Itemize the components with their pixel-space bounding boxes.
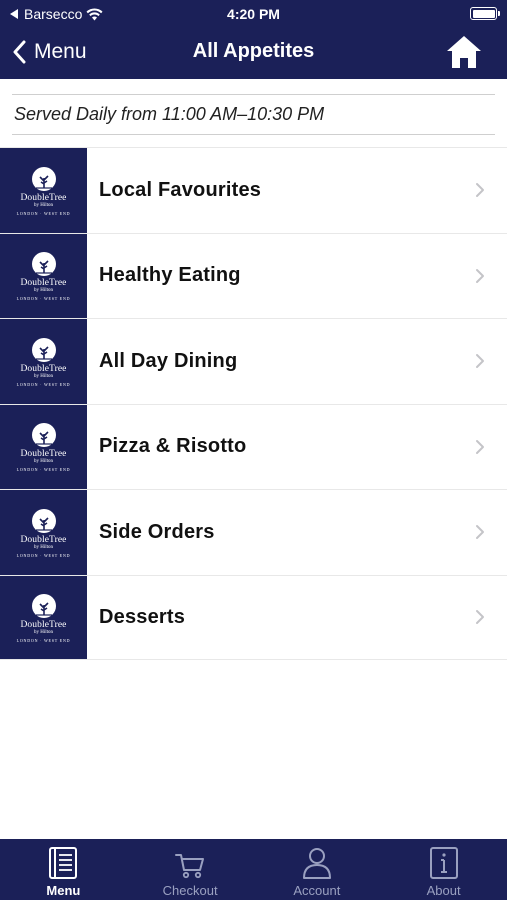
tree-icon	[31, 423, 56, 448]
doubletree-logo: DoubleTree by Hilton LONDON · WEST END	[0, 575, 87, 659]
tree-icon	[31, 337, 56, 362]
status-time: 4:20 PM	[227, 6, 280, 22]
chevron-right-icon	[476, 183, 484, 198]
chevron-right-icon	[476, 610, 484, 625]
header: Barsecco 4:20 PM Menu All Appetites	[0, 0, 507, 79]
chevron-right-icon	[476, 268, 484, 283]
doubletree-logo: DoubleTree by Hilton LONDON · WEST END	[0, 148, 87, 233]
tab-account[interactable]: Account	[254, 839, 381, 900]
served-hours-text: Served Daily from 11:00 AM–10:30 PM	[14, 104, 325, 124]
menu-category-side-orders[interactable]: DoubleTree by Hilton LONDON · WEST END S…	[0, 489, 507, 575]
menu-category-desserts[interactable]: DoubleTree by Hilton LONDON · WEST END D…	[0, 574, 507, 660]
chevron-right-icon	[476, 354, 484, 369]
tab-label: Account	[293, 883, 341, 898]
menu-book-icon	[49, 847, 78, 879]
menu-category-healthy-eating[interactable]: DoubleTree by Hilton LONDON · WEST END H…	[0, 232, 507, 318]
doubletree-logo: DoubleTree by Hilton LONDON · WEST END	[0, 404, 87, 489]
info-icon	[429, 847, 458, 879]
status-bar: Barsecco 4:20 PM	[0, 0, 507, 28]
menu-category-label: Side Orders	[99, 520, 215, 543]
page-title: All Appetites	[192, 40, 315, 62]
menu-category-pizza-risotto[interactable]: DoubleTree by Hilton LONDON · WEST END P…	[0, 403, 507, 489]
served-hours: Served Daily from 11:00 AM–10:30 PM	[12, 94, 495, 135]
tab-label: About	[426, 883, 461, 898]
tab-label: Checkout	[162, 883, 218, 898]
tab-about[interactable]: About	[380, 839, 507, 900]
menu-category-local-favourites[interactable]: DoubleTree by Hilton LONDON · WEST END L…	[0, 147, 507, 233]
menu-category-list: DoubleTree by Hilton LONDON · WEST END L…	[0, 147, 507, 660]
tab-label: Menu	[46, 883, 81, 898]
menu-category-label: Desserts	[99, 605, 186, 628]
chevron-right-icon	[476, 439, 484, 454]
menu-category-label: Healthy Eating	[99, 264, 241, 287]
chevron-right-icon	[476, 525, 484, 540]
tree-icon	[31, 166, 56, 191]
doubletree-logo: DoubleTree by Hilton LONDON · WEST END	[0, 319, 87, 404]
doubletree-logo: DoubleTree by Hilton LONDON · WEST END	[0, 233, 87, 318]
doubletree-logo: DoubleTree by Hilton LONDON · WEST END	[0, 490, 87, 575]
tab-checkout[interactable]: Checkout	[127, 839, 254, 900]
home-icon[interactable]	[445, 34, 483, 70]
battery-icon	[470, 7, 500, 20]
screen: Barsecco 4:20 PM Menu All Appetites Serv…	[0, 0, 507, 900]
menu-category-all-day-dining[interactable]: DoubleTree by Hilton LONDON · WEST END A…	[0, 318, 507, 404]
cart-icon	[175, 854, 205, 879]
tree-icon	[31, 508, 56, 533]
menu-category-label: Pizza & Risotto	[99, 435, 247, 458]
menu-category-label: Local Favourites	[99, 178, 262, 201]
menu-category-label: All Day Dining	[99, 349, 238, 372]
tab-menu[interactable]: Menu	[0, 839, 127, 900]
tab-bar: Menu Checkout Account About	[0, 839, 507, 900]
tree-icon	[31, 252, 56, 277]
tree-icon	[31, 593, 56, 618]
user-icon	[302, 848, 331, 879]
